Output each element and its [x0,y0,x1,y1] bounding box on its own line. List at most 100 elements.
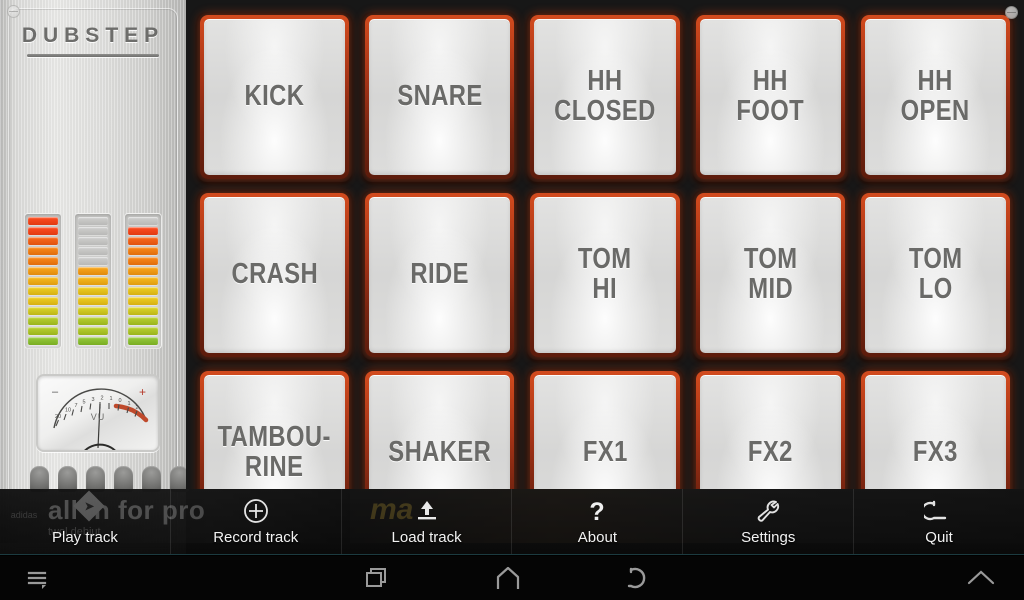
drum-pad-grid: KICK SNARE HH CLOSED HH FOOT HH OPEN CRASH RID… [186,0,1024,489]
drum-pad-shaker[interactable]: SHAKER [362,368,518,489]
pad-cell: TOM MID [688,186,853,364]
vu-plus-label: + [138,385,146,399]
drum-pad-ride[interactable]: RIDE [362,190,518,360]
android-navigation-bar [0,556,1024,600]
recents-icon[interactable] [362,563,392,593]
pad-face: KICK [204,19,346,175]
pad-cell: TOM LO [853,186,1018,364]
pad-label: FX1 [582,436,628,469]
pad-cell: FX1 [522,364,687,489]
svg-text:0: 0 [118,398,121,404]
led-segment [128,297,158,305]
led-segment [28,267,58,275]
toolbar-item-label: Load track [391,529,462,546]
back-icon[interactable] [622,563,652,593]
led-segment [28,337,58,345]
led-segment [78,227,108,235]
brand-header: DUBSTEP [0,24,186,57]
pad-cell: RIDE [357,186,522,364]
pad-face: SHAKER [369,375,511,489]
led-segment [28,217,58,225]
drum-pad-hh-open[interactable]: HH OPEN [857,12,1014,182]
app-toolbar: adidas all in for pro twol debiut ➤ ma P… [0,489,1024,555]
led-segment [28,327,58,335]
plus-circle-icon [241,493,271,529]
led-segment [128,227,158,235]
drum-pad-snare[interactable]: SNARE [362,12,518,182]
svg-text:2: 2 [100,396,103,402]
chevron-up-icon[interactable] [964,566,998,590]
pad-row: CRASH RIDE TOM HI TOM MID TOM LO [192,186,1018,364]
drum-pad-tom-mid[interactable]: TOM MID [692,190,848,360]
toolbar-item-settings[interactable]: Settings [683,489,855,554]
led-segment [28,277,58,285]
svg-text:2: 2 [135,405,138,411]
led-segment [128,247,158,255]
screw-icon [1005,6,1018,19]
led-segment [28,227,58,235]
drum-pad-fx2[interactable]: FX2 [692,368,848,489]
drum-pad-tambou--rine[interactable]: TAMBOU- RINE [197,368,353,489]
drum-pad-tom-lo[interactable]: TOM LO [857,190,1014,360]
pad-label: TOM LO [908,243,963,305]
toolbar-item-quit[interactable]: Quit [854,489,1024,554]
led-segment [128,237,158,245]
pad-face: HH CLOSED [534,19,676,175]
toolbar-item-load-track[interactable]: Load track [342,489,513,554]
pad-label: SHAKER [388,436,492,469]
home-icon[interactable] [492,563,524,593]
pad-label: HH CLOSED [554,65,656,127]
kit-name-title: DUBSTEP [21,24,165,47]
back-arrow-icon [924,493,954,529]
led-segment [78,287,108,295]
pad-cell: FX3 [853,364,1018,489]
led-segment [128,287,158,295]
pad-cell: HH OPEN [853,8,1018,186]
led-segment [28,247,58,255]
drum-pad-tom-hi[interactable]: TOM HI [527,190,683,360]
drum-pad-hh-closed[interactable]: HH CLOSED [527,12,683,182]
drum-pad-crash[interactable]: CRASH [197,190,353,360]
menu-icon[interactable] [24,565,50,591]
pad-label: RIDE [410,258,470,291]
toolbar-item-label: Settings [741,529,796,546]
drum-pad-kick[interactable]: KICK [197,12,353,182]
pad-row: KICK SNARE HH CLOSED HH FOOT HH OPEN [192,8,1018,186]
drum-pad-hh-foot[interactable]: HH FOOT [692,12,848,182]
wrench-icon [752,493,784,529]
pad-cell: SNARE [357,8,522,186]
pad-cell: CRASH [192,186,357,364]
led-segment [28,317,58,325]
toolbar-item-label: Play track [51,529,118,546]
led-segment [28,257,58,265]
led-segment [78,247,108,255]
led-segment [78,327,108,335]
led-segment [78,257,108,265]
pad-label: TOM MID [743,243,798,305]
pad-cell: TOM HI [522,186,687,364]
drum-pad-fx3[interactable]: FX3 [857,368,1014,489]
toolbar-item-label: Record track [213,529,299,546]
led-segment [78,297,108,305]
pad-face: FX1 [534,375,676,489]
pad-face: TOM HI [534,197,676,353]
pad-label: SNARE [397,80,483,113]
svg-text:1: 1 [109,396,112,402]
pad-label: HH OPEN [900,65,970,127]
pad-row: TAMBOU- RINE SHAKER FX1 FX2 FX3 [192,364,1018,489]
led-segment [78,307,108,315]
led-segment [28,297,58,305]
svg-text:1: 1 [127,401,130,407]
question-mark-icon: ? [584,493,610,529]
toolbar-item-about[interactable]: ? About [512,489,684,554]
toolbar-item-record-track[interactable]: Record track [171,489,342,554]
toolbar-item-play-track[interactable]: Play track [0,489,171,554]
led-segment [128,277,158,285]
drum-machine-app: DUBSTEP 20 10 7 5 3 2 1 0 1 2 – + VU KIC… [0,0,1024,600]
pad-label: TAMBOU- RINE [217,421,332,483]
pad-label: CRASH [231,258,318,291]
drum-pad-fx1[interactable]: FX1 [527,368,683,489]
led-segment [128,267,158,275]
led-segment [128,257,158,265]
pad-label: FX3 [912,436,958,469]
